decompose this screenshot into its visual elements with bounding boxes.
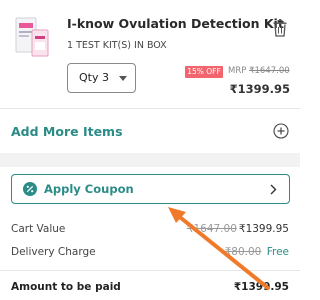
add-more-items-button[interactable]: Add More Items [0, 109, 300, 153]
delivery-charge-label: Delivery Charge [11, 246, 96, 258]
product-thumbnail[interactable] [14, 14, 50, 58]
delivery-value: Free [266, 246, 289, 258]
quantity-label: Qty 3 [79, 71, 109, 84]
product-name[interactable]: I-know Ovulation Detection Kit [67, 16, 284, 31]
cart-value: ₹1647.00 ₹1399.95 [187, 223, 289, 235]
quantity-select[interactable]: Qty 3 [67, 63, 136, 93]
mrp-value: ₹1647.00 [249, 66, 290, 76]
cart-value-amount: ₹1399.95 [238, 223, 289, 235]
trash-icon[interactable] [273, 20, 287, 37]
amount-to-pay-label: Amount to be paid [11, 281, 121, 293]
apply-coupon-button[interactable]: Apply Coupon [11, 174, 290, 204]
percent-coupon-icon [23, 182, 37, 196]
add-more-items-label: Add More Items [11, 124, 123, 139]
chevron-right-icon [270, 184, 277, 195]
plus-circle-icon [273, 123, 289, 139]
mrp-prefix: MRP [228, 66, 247, 76]
apply-coupon-label: Apply Coupon [44, 182, 134, 196]
cart-value-original: ₹1647.00 [186, 223, 237, 235]
amount-to-pay-value: ₹1399.95 [233, 281, 289, 293]
section-separator [0, 153, 300, 167]
delivery-original: ₹80.00 [224, 246, 262, 258]
chevron-down-icon [119, 76, 127, 81]
cart-product-card: I-know Ovulation Detection Kit 1 TEST KI… [0, 0, 300, 108]
mrp-price: MRP ₹1647.00 [228, 66, 290, 76]
cart-value-label: Cart Value [11, 223, 66, 235]
discount-badge: 15% OFF [185, 66, 223, 78]
product-pack-size: 1 TEST KIT(S) IN BOX [67, 40, 167, 51]
product-price: ₹1399.95 [229, 82, 290, 96]
delivery-charge: ₹80.00 Free [225, 246, 289, 258]
divider [0, 270, 300, 271]
